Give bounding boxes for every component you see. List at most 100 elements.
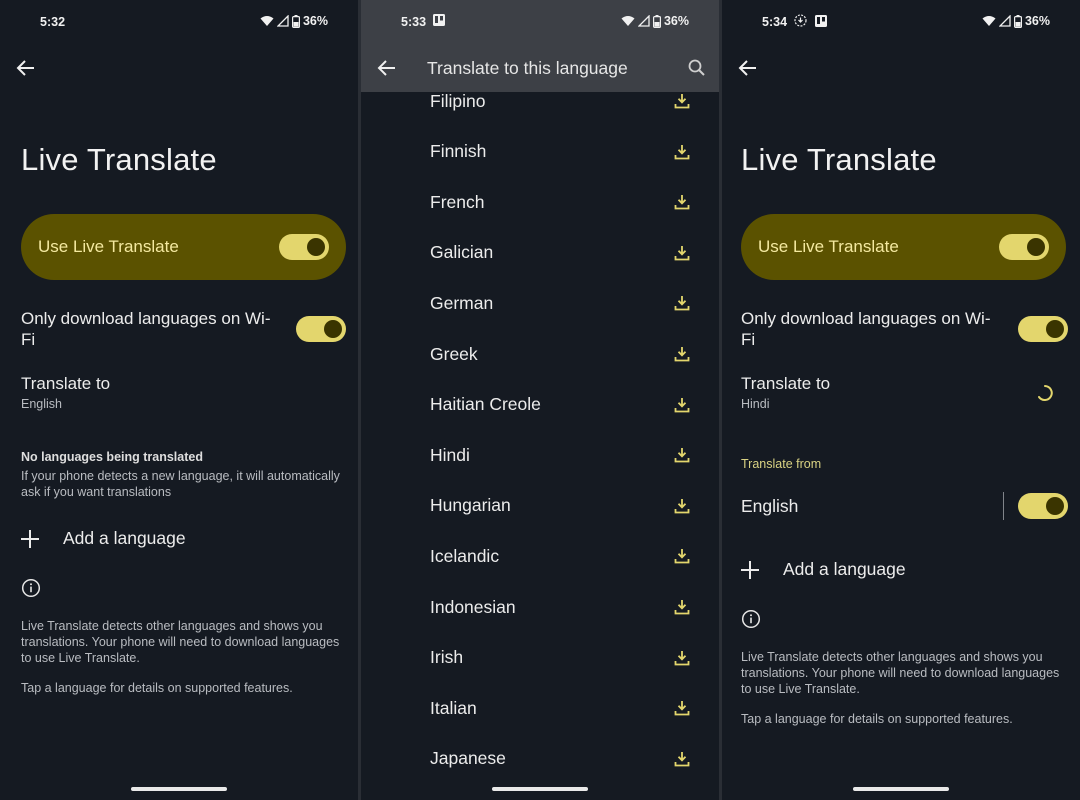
home-indicator[interactable] [492,787,588,791]
notice-body: If your phone detects a new language, it… [21,469,340,499]
signal-icon [276,15,289,27]
add-language-button[interactable]: Add a language [21,528,186,549]
download-icon[interactable] [673,547,691,565]
notification-icons [433,14,445,26]
add-language-label: Add a language [783,559,906,579]
page-title: Live Translate [21,142,217,177]
search-icon[interactable] [687,58,707,78]
switch-knob [307,238,325,256]
screen-live-translate-hindi: 5:34 36% Live Translate Use Live Transla… [722,0,1080,800]
info-tip: Tap a language for details on supported … [741,712,1013,726]
status-bar: 5:33 36% [361,0,719,44]
language-list-item[interactable]: Greek [361,329,719,379]
english-switch[interactable] [1018,493,1068,519]
use-live-translate-switch[interactable] [999,234,1049,260]
wifi-only-setting[interactable]: Only download languages on Wi-Fi [21,308,346,350]
use-live-translate-toggle-card[interactable]: Use Live Translate [741,214,1066,280]
language-name: Galician [430,242,494,263]
back-arrow-icon[interactable] [14,56,38,80]
download-icon[interactable] [673,92,691,110]
download-icon[interactable] [673,143,691,161]
language-list-item[interactable]: Italian [361,683,719,733]
wifi-icon [621,16,635,26]
battery-percent: 36% [302,14,328,28]
language-list-item[interactable]: Japanese [361,734,719,784]
download-icon[interactable] [673,446,691,464]
status-right: 36% [621,14,689,28]
info-description: Live Translate detects other languages a… [21,619,340,665]
add-language-button[interactable]: Add a language [741,559,906,580]
add-language-label: Add a language [63,528,186,548]
translate-to-setting[interactable]: Translate to English [21,373,346,411]
battery-icon [652,14,661,28]
translate-to-setting[interactable]: Translate to Hindi [741,373,1068,411]
language-name: Hungarian [430,495,511,516]
status-right: 36% [260,14,328,28]
download-icon[interactable] [673,699,691,717]
page-title: Live Translate [741,142,937,177]
language-name: French [430,191,485,212]
status-time: 5:34 [762,15,788,29]
translate-to-value: English [21,397,62,411]
switch-knob [324,320,342,338]
language-list-item[interactable]: Icelandic [361,531,719,581]
language-list-item[interactable]: Filipino [361,76,719,126]
download-icon[interactable] [673,244,691,262]
language-name: Italian [430,697,477,718]
translate-from-item-english[interactable]: English [741,488,1068,524]
language-name: Japanese [430,748,506,769]
download-icon[interactable] [673,193,691,211]
language-name: Filipino [430,90,486,111]
wifi-icon [982,16,996,26]
use-live-translate-switch[interactable] [279,234,329,260]
wifi-only-switch[interactable] [296,316,346,342]
language-list-item[interactable]: Indonesian [361,582,719,632]
download-icon[interactable] [673,294,691,312]
home-indicator[interactable] [853,787,949,791]
translate-to-label: Translate to [21,374,111,393]
screen-translate-to-language-list: 5:33 36% Translate to this language Fili… [361,0,719,800]
notice-title: No languages being translated [21,450,203,464]
language-list-item[interactable]: Hindi [361,430,719,480]
status-time: 5:33 [401,15,427,29]
info-icon [741,609,761,629]
translate-from-controls [1003,492,1068,520]
wifi-icon [260,16,274,26]
trello-icon [433,14,445,26]
wifi-only-setting[interactable]: Only download languages on Wi-Fi [741,308,1068,350]
language-list-item[interactable]: Galician [361,228,719,278]
download-icon[interactable] [673,345,691,363]
back-arrow-icon[interactable] [736,56,760,80]
download-icon[interactable] [673,396,691,414]
language-name: Haitian Creole [430,394,541,415]
language-name: German [430,292,494,313]
translate-from-section-label: Translate from [741,457,822,471]
home-indicator[interactable] [131,787,227,791]
language-list-item[interactable]: Finnish [361,127,719,177]
download-icon[interactable] [673,598,691,616]
info-icon [21,578,41,598]
language-name: Irish [430,647,464,668]
wifi-only-label: Only download languages on Wi-Fi [741,309,991,349]
wifi-only-switch[interactable] [1018,316,1068,342]
download-icon[interactable] [673,750,691,768]
battery-percent: 36% [1024,14,1050,28]
language-name: Hindi [430,444,470,465]
translate-to-value: Hindi [741,397,770,411]
switch-knob [1027,238,1045,256]
battery-percent: 36% [663,14,689,28]
use-live-translate-label: Use Live Translate [38,237,179,256]
translate-from-language-name: English [741,495,799,516]
language-list-item[interactable]: German [361,278,719,328]
language-list-item[interactable]: French [361,177,719,227]
loading-spinner-icon [1038,385,1053,401]
language-list-item[interactable]: Haitian Creole [361,380,719,430]
language-name: Finnish [430,141,487,162]
download-icon[interactable] [673,649,691,667]
language-list-item[interactable]: Irish [361,633,719,683]
use-live-translate-toggle-card[interactable]: Use Live Translate [21,214,346,280]
language-list-item[interactable]: Hungarian [361,481,719,531]
status-time: 5:32 [40,15,66,29]
switch-knob [1046,320,1064,338]
download-icon[interactable] [673,497,691,515]
